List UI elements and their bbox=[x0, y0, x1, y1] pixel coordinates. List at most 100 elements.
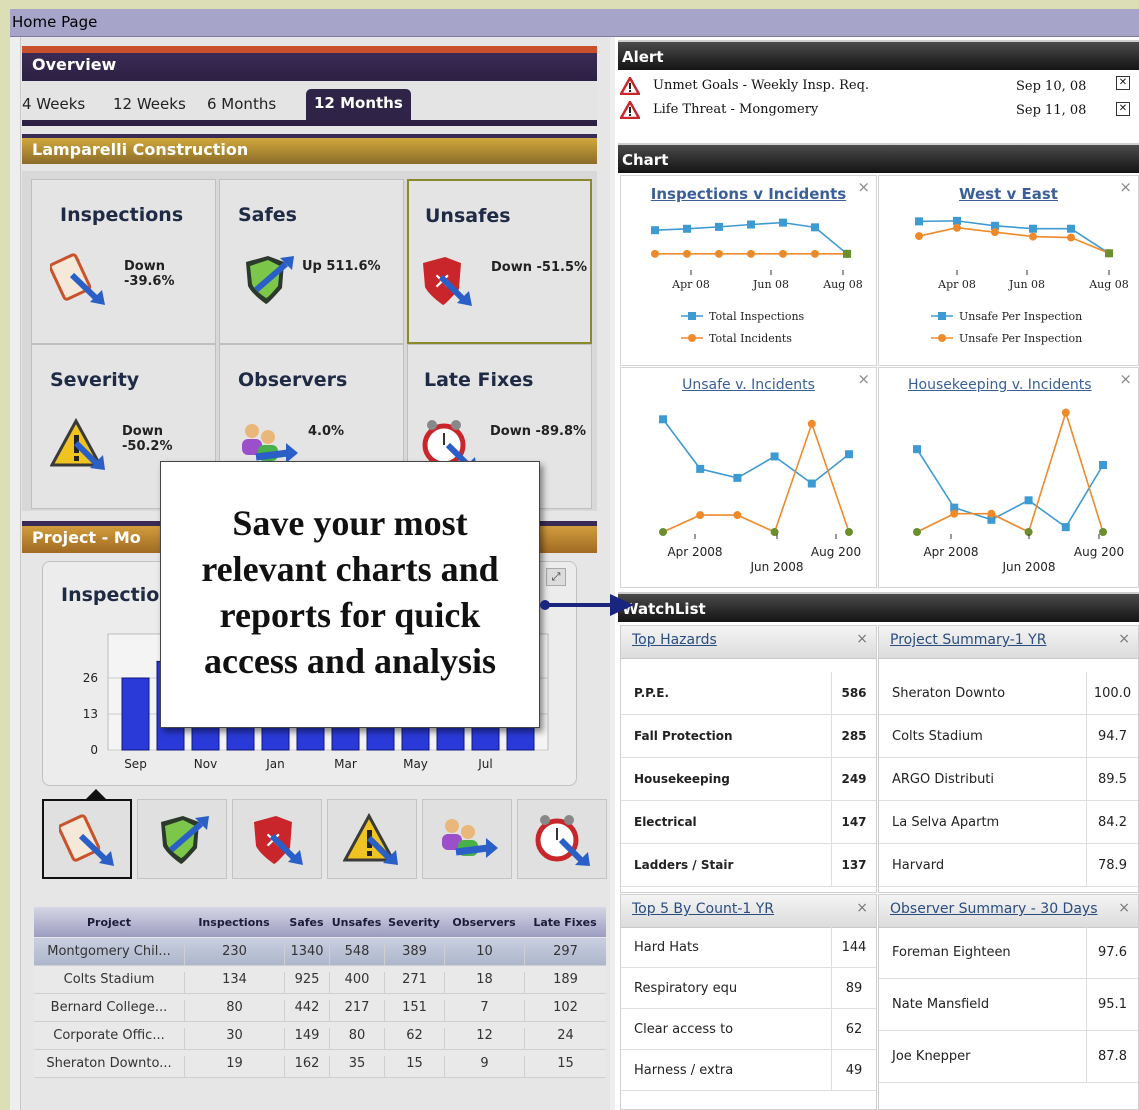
data-point[interactable] bbox=[950, 509, 959, 518]
close-icon[interactable]: × bbox=[1118, 900, 1130, 916]
data-point[interactable] bbox=[1067, 224, 1075, 233]
data-point[interactable] bbox=[683, 224, 691, 233]
close-icon[interactable]: ✕ bbox=[1116, 102, 1130, 116]
data-point[interactable] bbox=[913, 528, 921, 536]
close-icon[interactable]: × bbox=[856, 900, 868, 916]
data-point[interactable] bbox=[913, 445, 921, 454]
select-inspections-button[interactable] bbox=[42, 799, 132, 879]
data-point[interactable] bbox=[845, 450, 853, 459]
data-point[interactable] bbox=[733, 473, 742, 482]
tile-safes[interactable]: Safes Up 511.6% bbox=[219, 179, 404, 344]
select-late-fixes-button[interactable] bbox=[517, 799, 607, 879]
data-point[interactable] bbox=[1067, 233, 1075, 242]
list-item[interactable]: Foreman Eighteen 97.6 bbox=[879, 927, 1138, 979]
data-point[interactable] bbox=[659, 528, 667, 536]
data-point[interactable] bbox=[715, 249, 723, 258]
list-item[interactable]: Nate Mansfield 95.1 bbox=[879, 979, 1138, 1031]
table-row[interactable]: Montgomery Chil... 230 1340 548 389 10 297 bbox=[34, 938, 606, 966]
table-row[interactable]: Corporate Offic... 30 149 80 62 12 24 bbox=[34, 1022, 606, 1050]
bar[interactable] bbox=[121, 677, 150, 751]
list-item[interactable]: Electrical 147 bbox=[621, 801, 876, 844]
data-point[interactable] bbox=[715, 222, 723, 231]
data-point[interactable] bbox=[1061, 408, 1070, 417]
data-point[interactable] bbox=[696, 511, 705, 520]
col-inspections[interactable]: Inspections bbox=[184, 916, 284, 929]
close-icon[interactable]: × bbox=[1118, 631, 1130, 647]
panel-title[interactable]: Top 5 By Count-1 YR bbox=[632, 901, 774, 917]
data-point[interactable] bbox=[987, 509, 996, 518]
col-late-fixes[interactable]: Late Fixes bbox=[524, 916, 606, 929]
data-point[interactable] bbox=[1029, 224, 1037, 233]
data-point[interactable] bbox=[651, 249, 659, 258]
data-point[interactable] bbox=[733, 511, 742, 520]
list-item[interactable]: Harvard 78.9 bbox=[879, 844, 1138, 887]
table-row[interactable]: Colts Stadium 134 925 400 271 18 189 bbox=[34, 966, 606, 994]
list-item[interactable]: Housekeeping 249 bbox=[621, 758, 876, 801]
alert-item[interactable]: Unmet Goals - Weekly Insp. Req. Sep 10, … bbox=[618, 76, 1139, 101]
list-item[interactable]: Hard Hats 144 bbox=[621, 927, 876, 968]
select-safes-button[interactable] bbox=[137, 799, 227, 879]
data-point[interactable] bbox=[915, 217, 923, 226]
data-point[interactable] bbox=[1061, 523, 1070, 532]
tab-4-weeks[interactable]: 4 Weeks bbox=[22, 95, 85, 113]
data-point[interactable] bbox=[991, 228, 999, 237]
data-point[interactable] bbox=[811, 249, 819, 258]
list-item[interactable]: Colts Stadium 94.7 bbox=[879, 715, 1138, 758]
close-icon[interactable]: × bbox=[856, 631, 868, 647]
col-unsafes[interactable]: Unsafes bbox=[329, 916, 384, 929]
data-point[interactable] bbox=[747, 220, 755, 229]
tab-6-months[interactable]: 6 Months bbox=[207, 95, 276, 113]
panel-title[interactable]: Top Hazards bbox=[632, 632, 717, 648]
data-point[interactable] bbox=[811, 223, 819, 232]
data-point[interactable] bbox=[915, 232, 923, 241]
data-point[interactable] bbox=[747, 249, 755, 258]
data-point[interactable] bbox=[953, 216, 961, 225]
data-point[interactable] bbox=[779, 218, 787, 227]
data-point[interactable] bbox=[1029, 232, 1037, 241]
list-item[interactable]: La Selva Apartm 84.2 bbox=[879, 801, 1138, 844]
alert-item[interactable]: Life Threat - Mongomery Sep 11, 08 ✕ bbox=[618, 100, 1139, 125]
data-point[interactable] bbox=[651, 226, 659, 235]
list-item[interactable]: Respiratory equ 89 bbox=[621, 968, 876, 1009]
data-point[interactable] bbox=[770, 452, 779, 461]
data-point[interactable] bbox=[779, 249, 787, 258]
list-item[interactable]: Sheraton Downto 100.0 bbox=[879, 672, 1138, 715]
data-point[interactable] bbox=[683, 249, 691, 258]
list-item[interactable]: ARGO Distributi 89.5 bbox=[879, 758, 1138, 801]
tile-inspections[interactable]: Inspections Down -39.6% bbox=[31, 179, 216, 344]
select-severity-button[interactable] bbox=[327, 799, 417, 879]
data-point[interactable] bbox=[807, 479, 816, 488]
table-row[interactable]: Sheraton Downto... 19 162 35 15 9 15 bbox=[34, 1050, 606, 1078]
data-point[interactable] bbox=[843, 249, 851, 258]
data-point[interactable] bbox=[807, 419, 816, 428]
data-point[interactable] bbox=[1105, 249, 1113, 258]
data-point[interactable] bbox=[696, 464, 705, 473]
col-observers[interactable]: Observers bbox=[444, 916, 524, 929]
item-value: 87.8 bbox=[1086, 1031, 1138, 1083]
col-safes[interactable]: Safes bbox=[284, 916, 329, 929]
data-point[interactable] bbox=[659, 415, 667, 424]
col-severity[interactable]: Severity bbox=[384, 916, 444, 929]
list-item[interactable]: Ladders / Stair 137 bbox=[621, 844, 876, 887]
select-unsafes-button[interactable]: ✕ bbox=[232, 799, 322, 879]
list-item[interactable]: Joe Knepper 87.8 bbox=[879, 1031, 1138, 1083]
list-item[interactable]: P.P.E. 586 bbox=[621, 672, 876, 715]
data-point[interactable] bbox=[953, 223, 961, 232]
panel-title[interactable]: Observer Summary - 30 Days bbox=[890, 901, 1097, 917]
select-observers-button[interactable] bbox=[422, 799, 512, 879]
col-project[interactable]: Project bbox=[34, 916, 184, 929]
tab-12-months[interactable]: 12 Months bbox=[306, 89, 411, 120]
tab-12-weeks[interactable]: 12 Weeks bbox=[113, 95, 186, 113]
tile-unsafes[interactable]: Unsafes ✕ Down -51.5% bbox=[407, 179, 592, 344]
data-point[interactable] bbox=[845, 528, 853, 536]
table-row[interactable]: Bernard College... 80 442 217 151 7 102 bbox=[34, 994, 606, 1022]
panel-title[interactable]: Project Summary-1 YR bbox=[890, 632, 1046, 648]
data-point[interactable] bbox=[1099, 461, 1107, 469]
list-item[interactable]: Fall Protection 285 bbox=[621, 715, 876, 758]
data-point[interactable] bbox=[1099, 528, 1107, 536]
close-icon[interactable]: ✕ bbox=[1116, 76, 1130, 90]
table-cell: 35 bbox=[329, 1056, 384, 1078]
data-point[interactable] bbox=[1024, 496, 1033, 505]
list-item[interactable]: Harness / extra 49 bbox=[621, 1050, 876, 1091]
list-item[interactable]: Clear access to 62 bbox=[621, 1009, 876, 1050]
